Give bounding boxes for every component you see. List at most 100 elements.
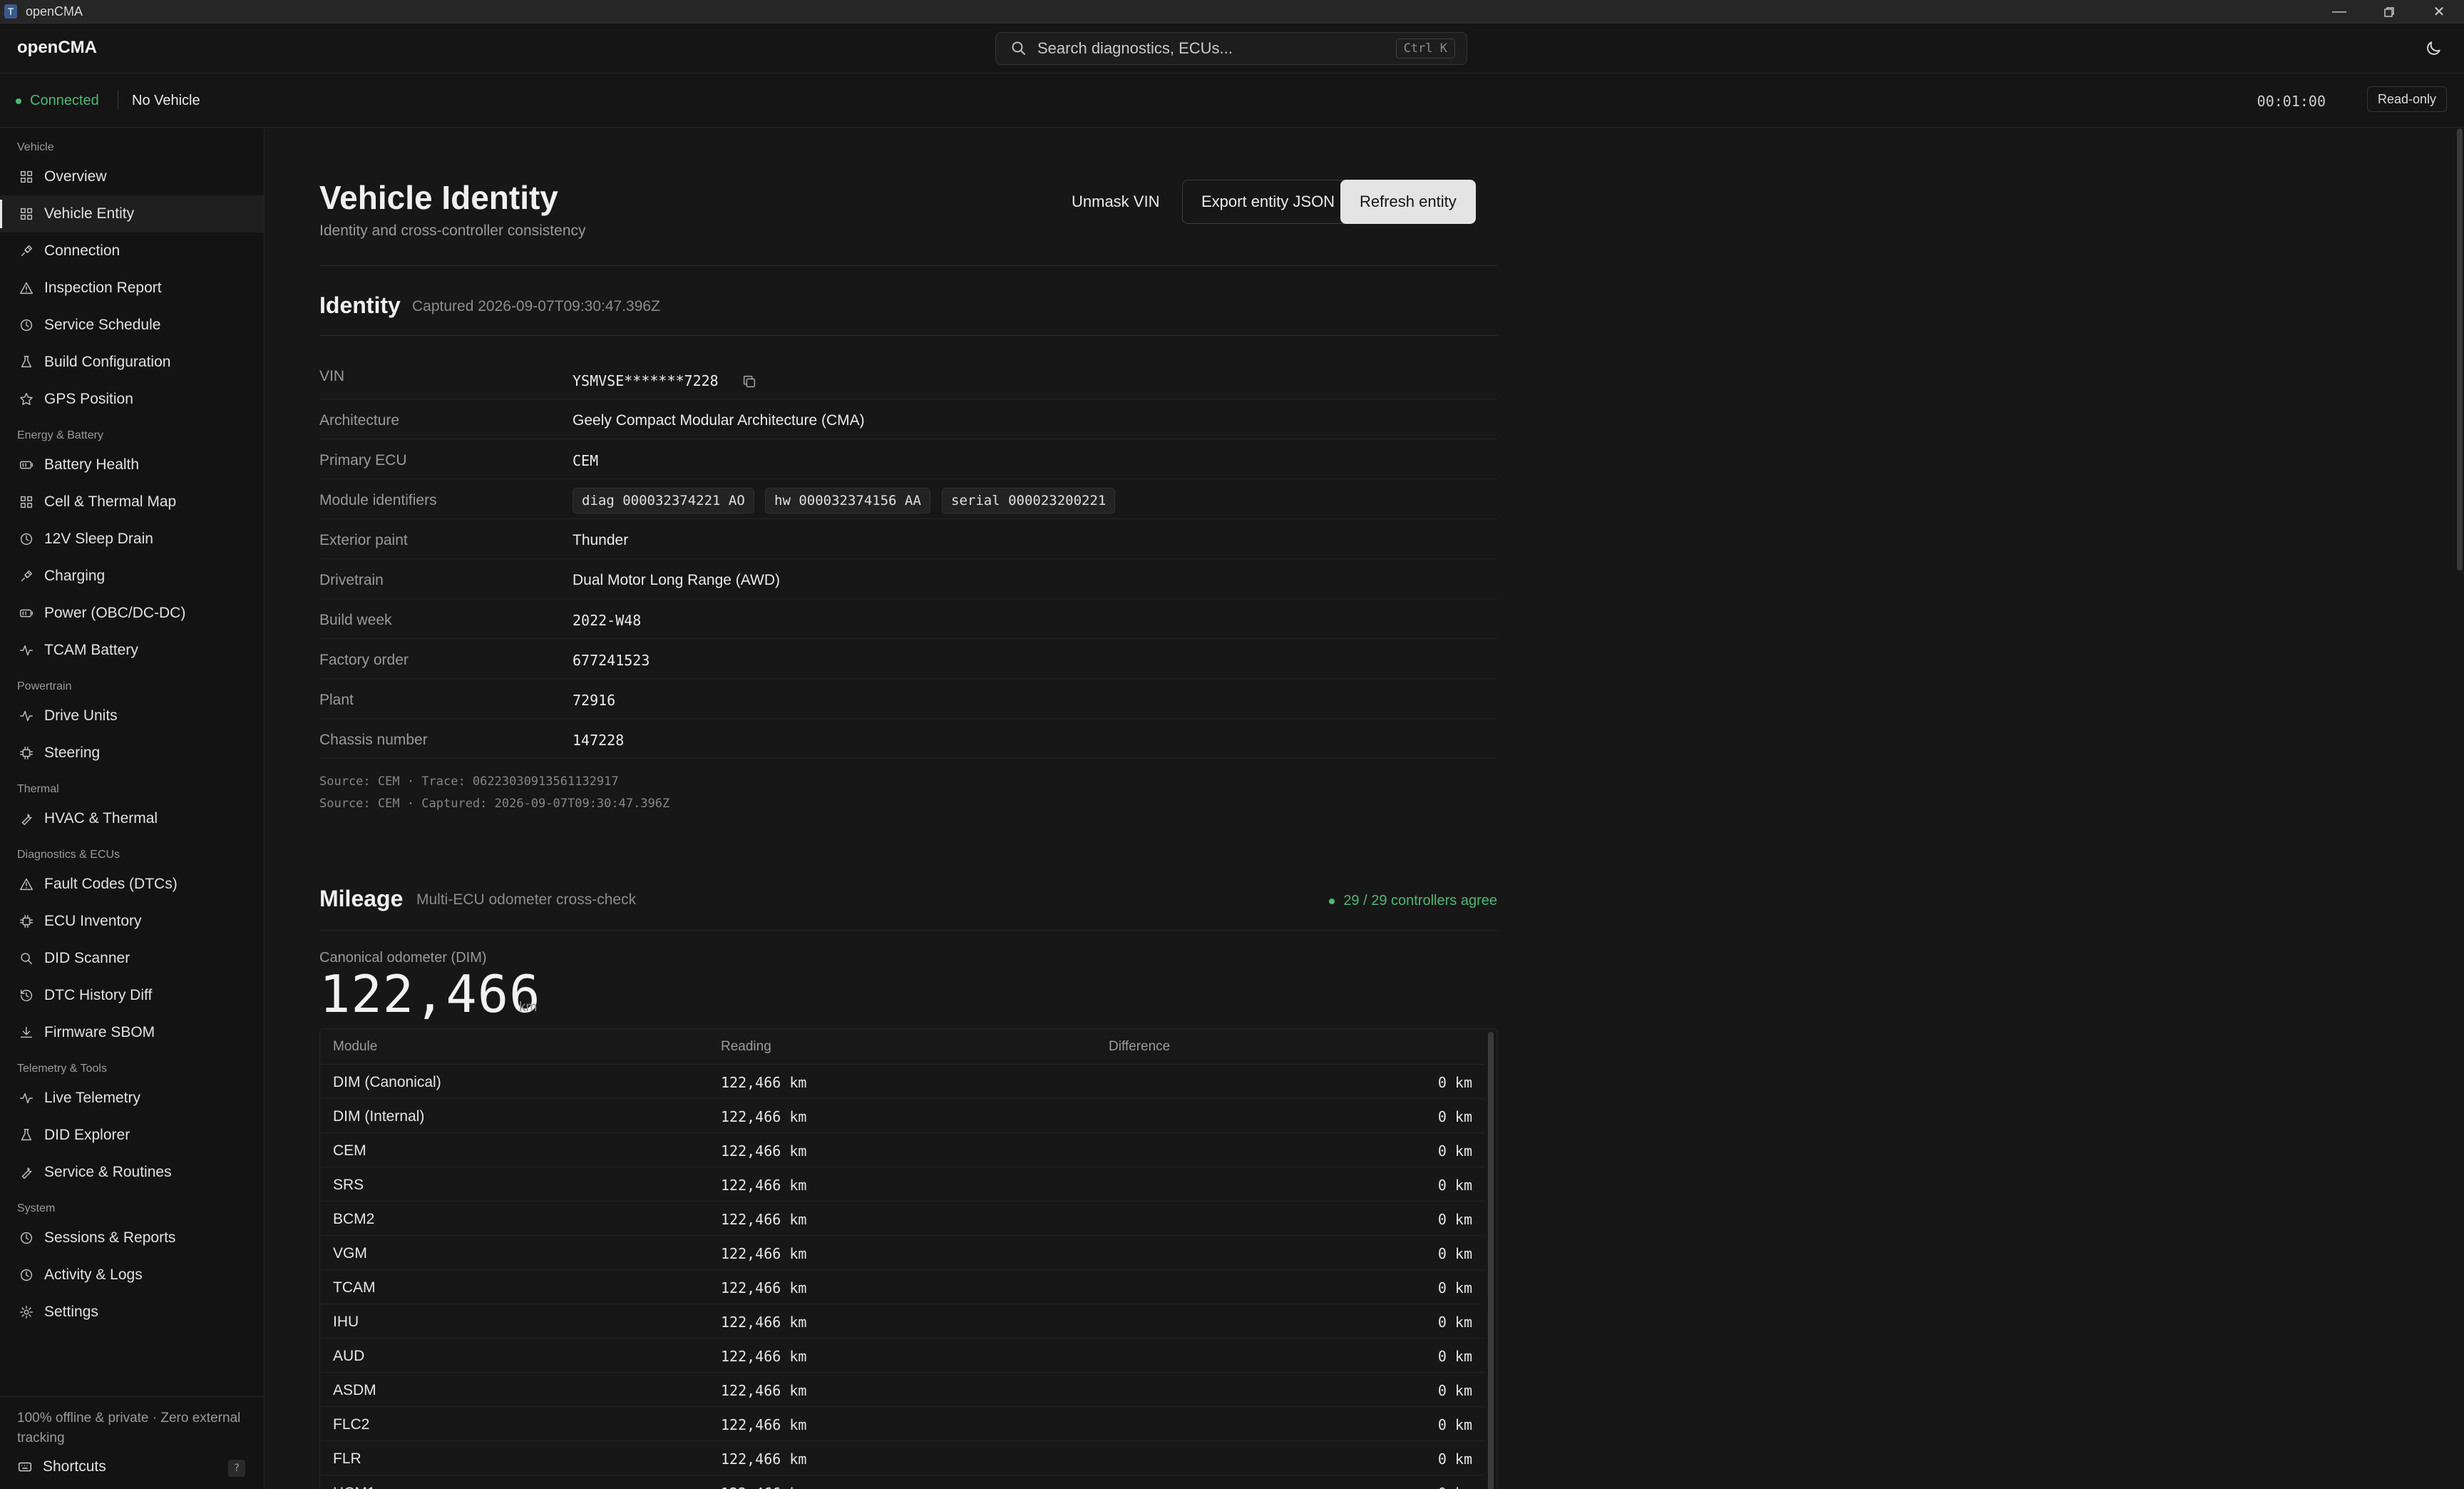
sidebar-item-label: Connection (44, 242, 120, 259)
module-identifier-chip: diag 000032374221 AO (573, 488, 754, 513)
sidebar-item-did-explorer[interactable]: DID Explorer (0, 1117, 264, 1154)
sidebar-group-telemetry-tools: Telemetry & Tools (17, 1063, 107, 1075)
search-bar[interactable]: Search diagnostics, ECUs... Ctrl K (995, 32, 1467, 65)
table-scrollbar[interactable] (1488, 1032, 1494, 1489)
sidebar-item-label: Sessions & Reports (44, 1229, 176, 1246)
column-module[interactable]: Module (333, 1039, 377, 1055)
shortcuts-button[interactable]: Shortcuts (17, 1458, 106, 1475)
sidebar-item-ecu-inventory[interactable]: ECU Inventory (0, 903, 264, 940)
column-difference[interactable]: Difference (1109, 1039, 1170, 1055)
sidebar-item-tcam-battery[interactable]: TCAM Battery (0, 632, 264, 669)
sidebar-item-live-telemetry[interactable]: Live Telemetry (0, 1080, 264, 1117)
sidebar-item-power-obc-dc-dc[interactable]: Power (OBC/DC-DC) (0, 595, 264, 632)
sidebar-item-connection[interactable]: Connection (0, 232, 264, 270)
sidebar-item-dtc-history-diff[interactable]: DTC History Diff (0, 977, 264, 1014)
app-icon: T (4, 4, 17, 19)
sidebar-item-label: Build Configuration (44, 354, 171, 370)
sidebar-item-inspection-report[interactable]: Inspection Report (0, 270, 264, 307)
sidebar-item-label: Inspection Report (44, 280, 162, 296)
sidebar-item-service-routines[interactable]: Service & Routines (0, 1154, 264, 1191)
table-row: IHU 122,466 km 0 km (320, 1304, 1484, 1339)
cell-difference: 0 km (1438, 1485, 1472, 1489)
cell-difference: 0 km (1437, 1382, 1472, 1399)
clock-icon (19, 531, 34, 547)
cell-module: DIM (Canonical) (333, 1074, 441, 1090)
close-icon[interactable]: ✕ (2414, 0, 2464, 24)
cell-reading: 122,466 km (721, 1348, 807, 1365)
sidebar-item-label: Charging (44, 568, 106, 584)
identity-value: 2022-W48 (573, 612, 642, 629)
identity-value: 72916 (573, 692, 616, 709)
sidebar: Vehicle Overview Vehicle Entity Connection I… (0, 128, 265, 1489)
sidebar-item-did-scanner[interactable]: DID Scanner (0, 940, 264, 977)
cell-difference: 0 km (1437, 1450, 1472, 1468)
controllers-agree-status: 29 / 29 controllers agree (1329, 893, 1497, 909)
page-scrollbar[interactable] (2455, 128, 2464, 1489)
sidebar-item-build-configuration[interactable]: Build Configuration (0, 344, 264, 381)
identity-source-captured: Source: CEM · Captured: 2026-09-07T09:30… (319, 797, 670, 811)
sidebar-item-hvac-thermal[interactable]: HVAC & Thermal (0, 800, 264, 837)
unmask-vin-button[interactable]: Unmask VIN (1052, 180, 1179, 224)
sidebar-item-fault-codes-dtcs[interactable]: Fault Codes (DTCs) (0, 866, 264, 903)
table-row: CEM 122,466 km 0 km (320, 1133, 1484, 1167)
sidebar-item-overview[interactable]: Overview (0, 158, 264, 195)
sidebar-item-label: Battery Health (44, 456, 140, 473)
cell-reading: 122,466 km (721, 1485, 806, 1489)
agree-label: 29 / 29 controllers agree (1343, 893, 1497, 909)
table-row: DIM (Canonical) 122,466 km 0 km (320, 1065, 1484, 1099)
sidebar-item-settings[interactable]: Settings (0, 1294, 264, 1331)
sidebar-item-label: Power (OBC/DC-DC) (44, 605, 186, 621)
identity-row-plant: Plant 72916 (319, 679, 1497, 719)
identity-label: Chassis number (319, 732, 428, 748)
sidebar-item-steering[interactable]: Steering (0, 735, 264, 772)
page-scrollbar-thumb[interactable] (2457, 128, 2463, 570)
identity-label: Build week (319, 612, 392, 628)
export-json-button[interactable]: Export entity JSON (1182, 180, 1355, 224)
status-bar: Connected No Vehicle 00:01:00 Read-only (0, 73, 2464, 128)
sidebar-item-12v-sleep-drain[interactable]: 12V Sleep Drain (0, 521, 264, 558)
table-row: VGM 122,466 km 0 km (320, 1236, 1484, 1270)
sidebar-item-service-schedule[interactable]: Service Schedule (0, 307, 264, 344)
sidebar-footer: 100% offline & private · Zero external t… (0, 1396, 264, 1489)
cell-reading: 122,466 km (721, 1211, 807, 1228)
sidebar-item-label: DTC History Diff (44, 987, 153, 1003)
sidebar-item-charging[interactable]: Charging (0, 558, 264, 595)
session-timer: 00:01:00 (2257, 93, 2326, 110)
pulse-icon (19, 1090, 34, 1106)
brand-logo[interactable]: openCMA (17, 38, 97, 58)
minimize-icon[interactable]: — (2314, 0, 2364, 24)
table-row: AUD 122,466 km 0 km (320, 1339, 1484, 1373)
gear-icon (19, 1304, 34, 1320)
table-row: BCM2 122,466 km 0 km (320, 1202, 1484, 1236)
connection-label: Connected (30, 93, 99, 108)
cell-reading: 122,466 km (721, 1177, 807, 1194)
cell-reading: 122,466 km (721, 1074, 807, 1091)
cell-module: FLC2 (333, 1416, 370, 1433)
module-identifier-chip: hw 000032374156 AA (765, 488, 930, 513)
sidebar-item-label: Activity & Logs (44, 1267, 143, 1283)
search-icon (1012, 41, 1025, 55)
help-key-badge[interactable]: ? (228, 1460, 245, 1477)
sidebar-item-vehicle-entity[interactable]: Vehicle Entity (0, 195, 264, 232)
column-reading[interactable]: Reading (721, 1039, 771, 1055)
cell-module: IHU (333, 1314, 359, 1330)
sidebar-item-gps-position[interactable]: GPS Position (0, 381, 264, 418)
sidebar-item-sessions-reports[interactable]: Sessions & Reports (0, 1219, 264, 1257)
history-icon (19, 988, 34, 1003)
page-title: Vehicle Identity (319, 179, 558, 216)
sidebar-item-label: Live Telemetry (44, 1090, 141, 1106)
sidebar-item-firmware-sbom[interactable]: Firmware SBOM (0, 1014, 264, 1051)
sidebar-item-drive-units[interactable]: Drive Units (0, 697, 264, 735)
sidebar-item-battery-health[interactable]: Battery Health (0, 446, 264, 483)
sidebar-item-activity-logs[interactable]: Activity & Logs (0, 1257, 264, 1294)
refresh-entity-button[interactable]: Refresh entity (1340, 180, 1476, 224)
copy-icon[interactable] (741, 374, 757, 389)
restore-icon[interactable] (2364, 0, 2414, 24)
sidebar-item-cell-thermal-map[interactable]: Cell & Thermal Map (0, 483, 264, 521)
moon-icon[interactable] (2424, 39, 2443, 58)
identity-heading: Identity (319, 292, 401, 318)
sidebar-item-label: TCAM Battery (44, 642, 138, 658)
sidebar-item-label: Service Schedule (44, 317, 161, 333)
cell-reading: 122,466 km (721, 1382, 807, 1399)
sidebar-item-label: Steering (44, 744, 101, 761)
